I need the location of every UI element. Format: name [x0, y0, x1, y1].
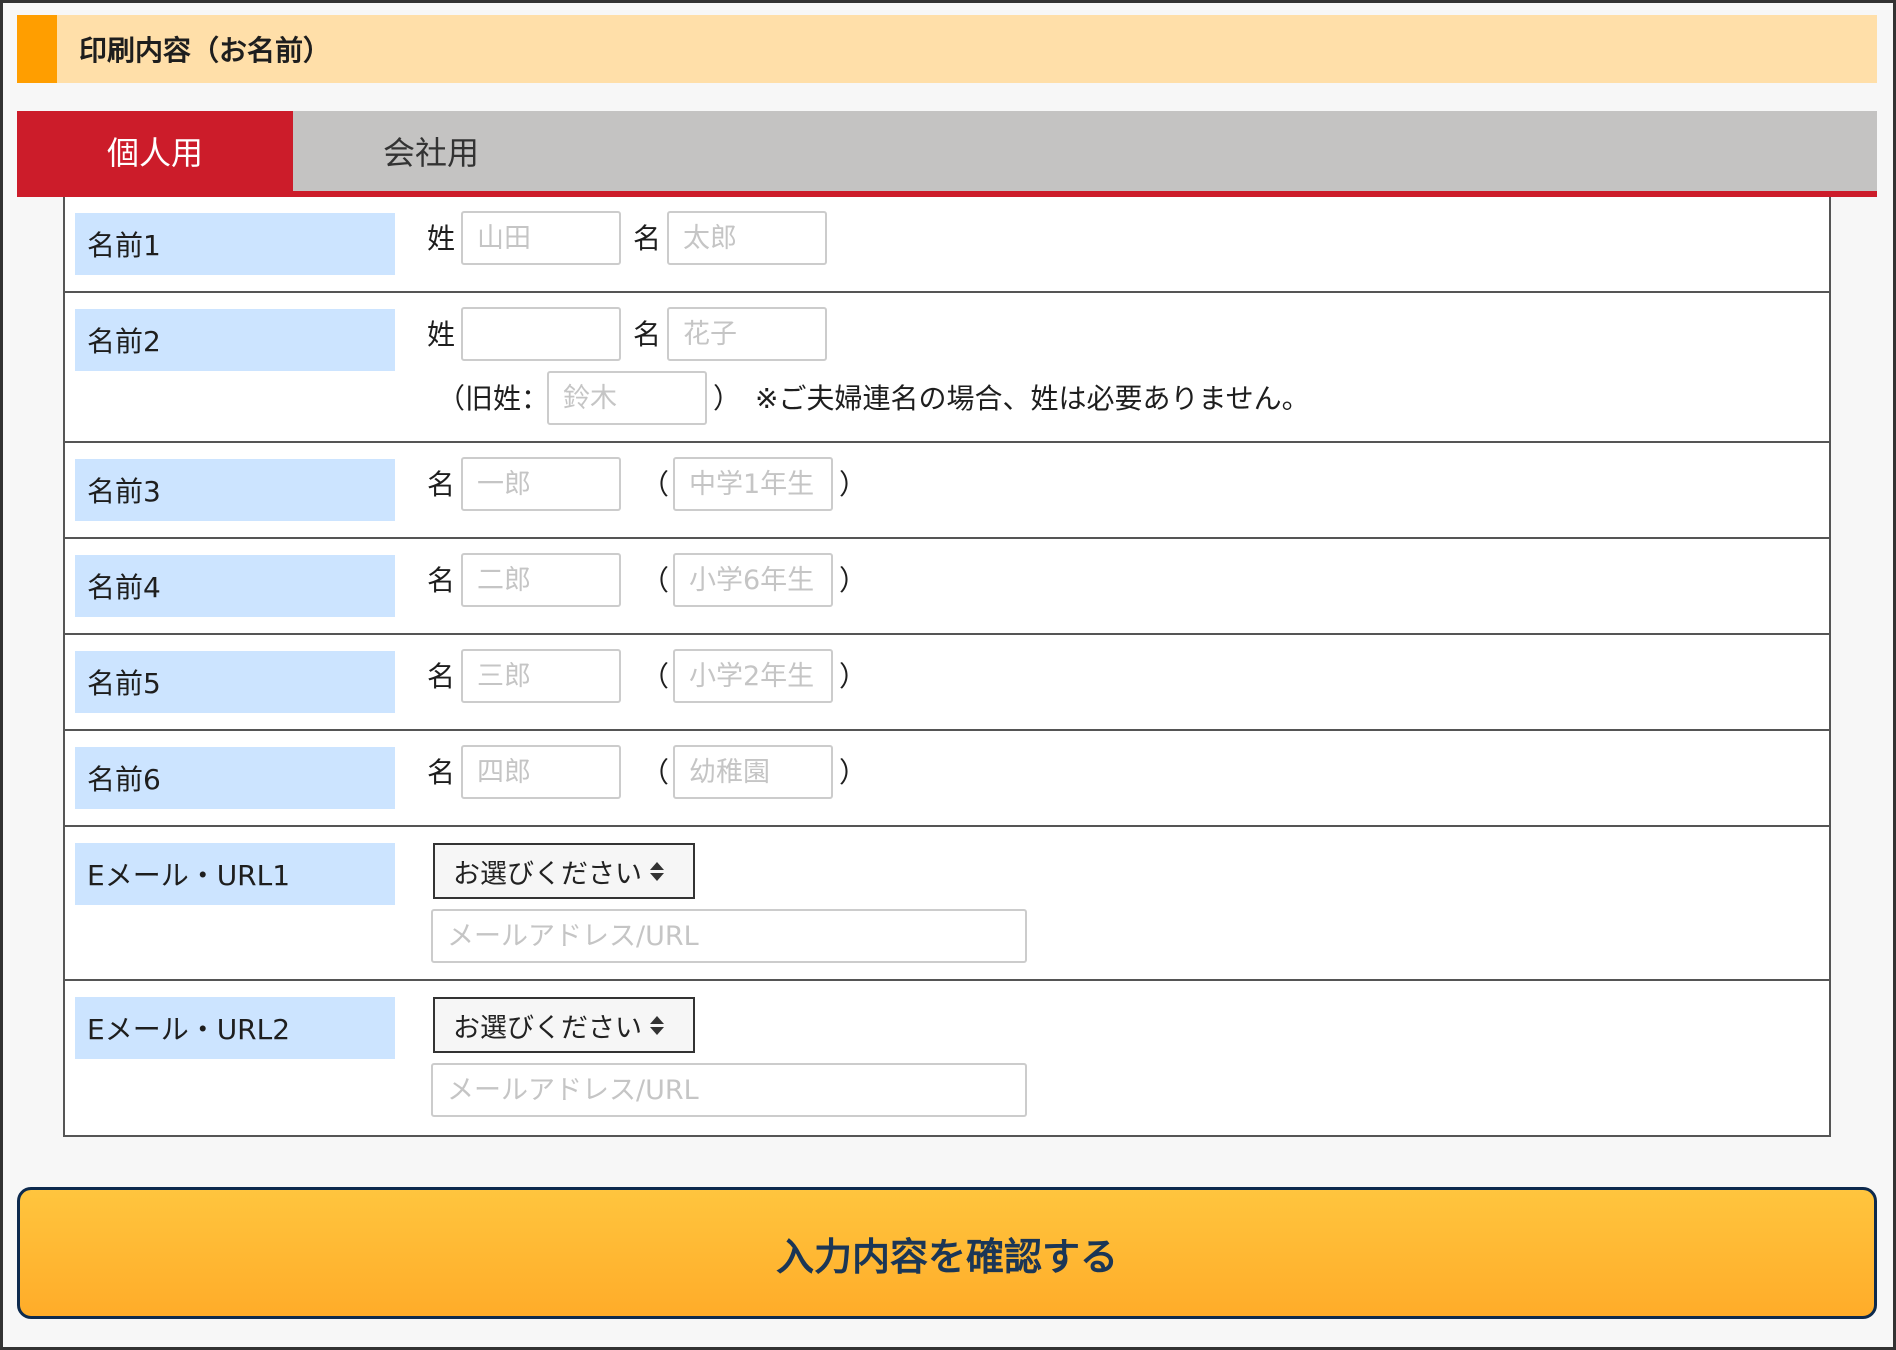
name2-mei-input[interactable]: [667, 307, 827, 361]
name5-mei-input[interactable]: [461, 649, 621, 703]
sei-label: 姓: [427, 318, 456, 351]
paren-close: ）: [839, 660, 868, 693]
form-row-name2: 名前2 姓 名 （旧姓： ） ※ご夫婦連名の場合、姓は必要ありません。: [65, 293, 1829, 443]
couple-name-note: ※ご夫婦連名の場合、姓は必要ありません。: [755, 382, 1310, 415]
mei-label: 名: [633, 318, 662, 351]
row-label: 名前5: [75, 651, 395, 713]
name2-kyusei-input[interactable]: [547, 371, 707, 425]
name6-grade-input[interactable]: [673, 745, 833, 799]
form-row-name3: 名前3 名 （ ）: [65, 443, 1829, 539]
mei-label: 名: [427, 564, 456, 597]
paren-open: （: [641, 564, 670, 597]
kyusei-close-label: ）: [713, 382, 742, 415]
page-frame: 印刷内容（お名前） 個人用 会社用 名前1 姓 名 名前2 姓 名 （旧姓： ）…: [0, 0, 1896, 1350]
mei-label: 名: [427, 468, 456, 501]
kyusei-open-label: （旧姓：: [437, 382, 550, 415]
row-label: 名前4: [75, 555, 395, 617]
select-value: お選びください: [453, 1012, 642, 1044]
name1-sei-input[interactable]: [461, 211, 621, 265]
name2-sei-input[interactable]: [461, 307, 621, 361]
sei-label: 姓: [427, 222, 456, 255]
row-label: 名前2: [75, 309, 395, 371]
mei-label: 名: [427, 660, 456, 693]
row-label: 名前3: [75, 459, 395, 521]
paren-open: （: [641, 468, 670, 501]
name3-mei-input[interactable]: [461, 457, 621, 511]
name-form-table: 名前1 姓 名 名前2 姓 名 （旧姓： ） ※ご夫婦連名の場合、姓は必要ありま…: [63, 197, 1831, 1137]
name1-mei-input[interactable]: [667, 211, 827, 265]
email-url1-input[interactable]: [431, 909, 1027, 963]
row-label: Eメール・URL1: [75, 843, 395, 905]
form-row-email-url1: Eメール・URL1 お選びください: [65, 827, 1829, 981]
form-row-name6: 名前6 名 （ ）: [65, 731, 1829, 827]
form-row-email-url2: Eメール・URL2 お選びください: [65, 981, 1829, 1135]
paren-close: ）: [839, 756, 868, 789]
mei-label: 名: [427, 756, 456, 789]
row-label: Eメール・URL2: [75, 997, 395, 1059]
paren-close: ）: [839, 468, 868, 501]
header-accent-bar: [17, 15, 57, 83]
name5-grade-input[interactable]: [673, 649, 833, 703]
tab-personal[interactable]: 個人用: [17, 111, 293, 191]
paren-open: （: [641, 756, 670, 789]
section-title: 印刷内容（お名前）: [79, 34, 332, 67]
up-down-arrows-icon: [650, 1015, 664, 1035]
select-value: お選びください: [453, 858, 642, 890]
up-down-arrows-icon: [650, 861, 664, 881]
name6-mei-input[interactable]: [461, 745, 621, 799]
row-label: 名前1: [75, 213, 395, 275]
tab-company[interactable]: 会社用: [293, 111, 569, 191]
paren-close: ）: [839, 564, 868, 597]
email-url2-type-select[interactable]: お選びください: [433, 997, 695, 1053]
paren-open: （: [641, 660, 670, 693]
form-row-name5: 名前5 名 （ ）: [65, 635, 1829, 731]
email-url2-input[interactable]: [431, 1063, 1027, 1117]
tab-bar: 個人用 会社用: [17, 111, 1877, 197]
confirm-input-button[interactable]: 入力内容を確認する: [17, 1187, 1877, 1319]
name3-grade-input[interactable]: [673, 457, 833, 511]
name4-mei-input[interactable]: [461, 553, 621, 607]
name4-grade-input[interactable]: [673, 553, 833, 607]
mei-label: 名: [633, 222, 662, 255]
form-row-name1: 名前1 姓 名: [65, 197, 1829, 293]
form-row-name4: 名前4 名 （ ）: [65, 539, 1829, 635]
section-header: 印刷内容（お名前）: [17, 15, 1877, 83]
row-label: 名前6: [75, 747, 395, 809]
email-url1-type-select[interactable]: お選びください: [433, 843, 695, 899]
